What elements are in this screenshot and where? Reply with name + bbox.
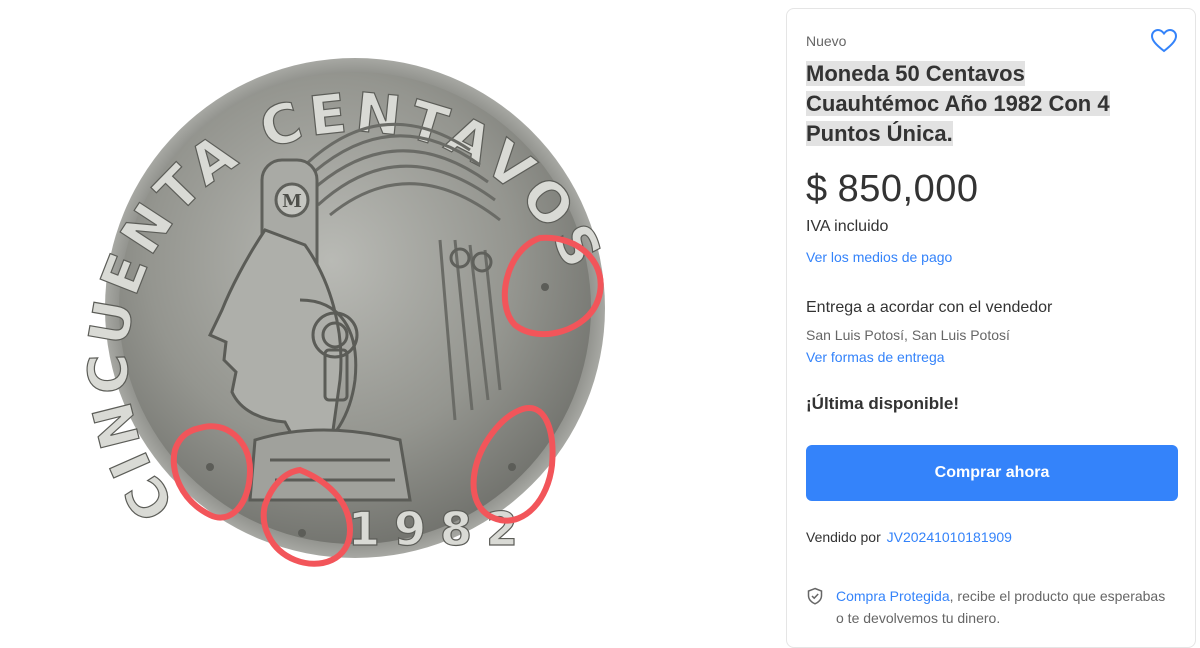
- price: $850,000: [806, 168, 979, 211]
- payment-methods-link[interactable]: Ver los medios de pago: [806, 249, 952, 265]
- seller-prefix: Vendido por: [806, 529, 881, 545]
- product-title: Moneda 50 Centavos Cuauhtémoc Año 1982 C…: [806, 61, 1110, 146]
- delivery-methods-link[interactable]: Ver formas de entrega: [806, 349, 945, 365]
- seller-info: Vendido por JV20241010181909: [806, 529, 1012, 545]
- shield-check-icon: [807, 587, 823, 605]
- tax-note: IVA incluido: [806, 218, 889, 235]
- buy-now-button[interactable]: Comprar ahora: [806, 445, 1178, 501]
- mint-mark: M: [282, 191, 302, 212]
- coin-image: CINCUENTA CENTAVOS M 1982: [76, 58, 611, 567]
- delivery-title: Entrega a acordar con el vendedor: [806, 299, 1053, 316]
- seller-name-link[interactable]: JV20241010181909: [887, 529, 1012, 545]
- price-value: 850,000: [837, 168, 979, 210]
- price-currency: $: [806, 168, 828, 210]
- condition-label: Nuevo: [806, 33, 847, 49]
- heart-icon[interactable]: [1151, 29, 1177, 53]
- seller-location: San Luis Potosí, San Luis Potosí: [806, 327, 1010, 343]
- product-info-panel: Nuevo Moneda 50 Centavos Cuauhtémoc Año …: [786, 8, 1196, 648]
- product-image-gallery[interactable]: CINCUENTA CENTAVOS M 1982: [0, 0, 770, 630]
- coin-year: 1982: [348, 502, 532, 556]
- protected-purchase-link[interactable]: Compra Protegida: [836, 588, 950, 604]
- stock-status: ¡Última disponible!: [806, 394, 959, 413]
- purchase-protection: Compra Protegida, recibe el producto que…: [806, 585, 1166, 629]
